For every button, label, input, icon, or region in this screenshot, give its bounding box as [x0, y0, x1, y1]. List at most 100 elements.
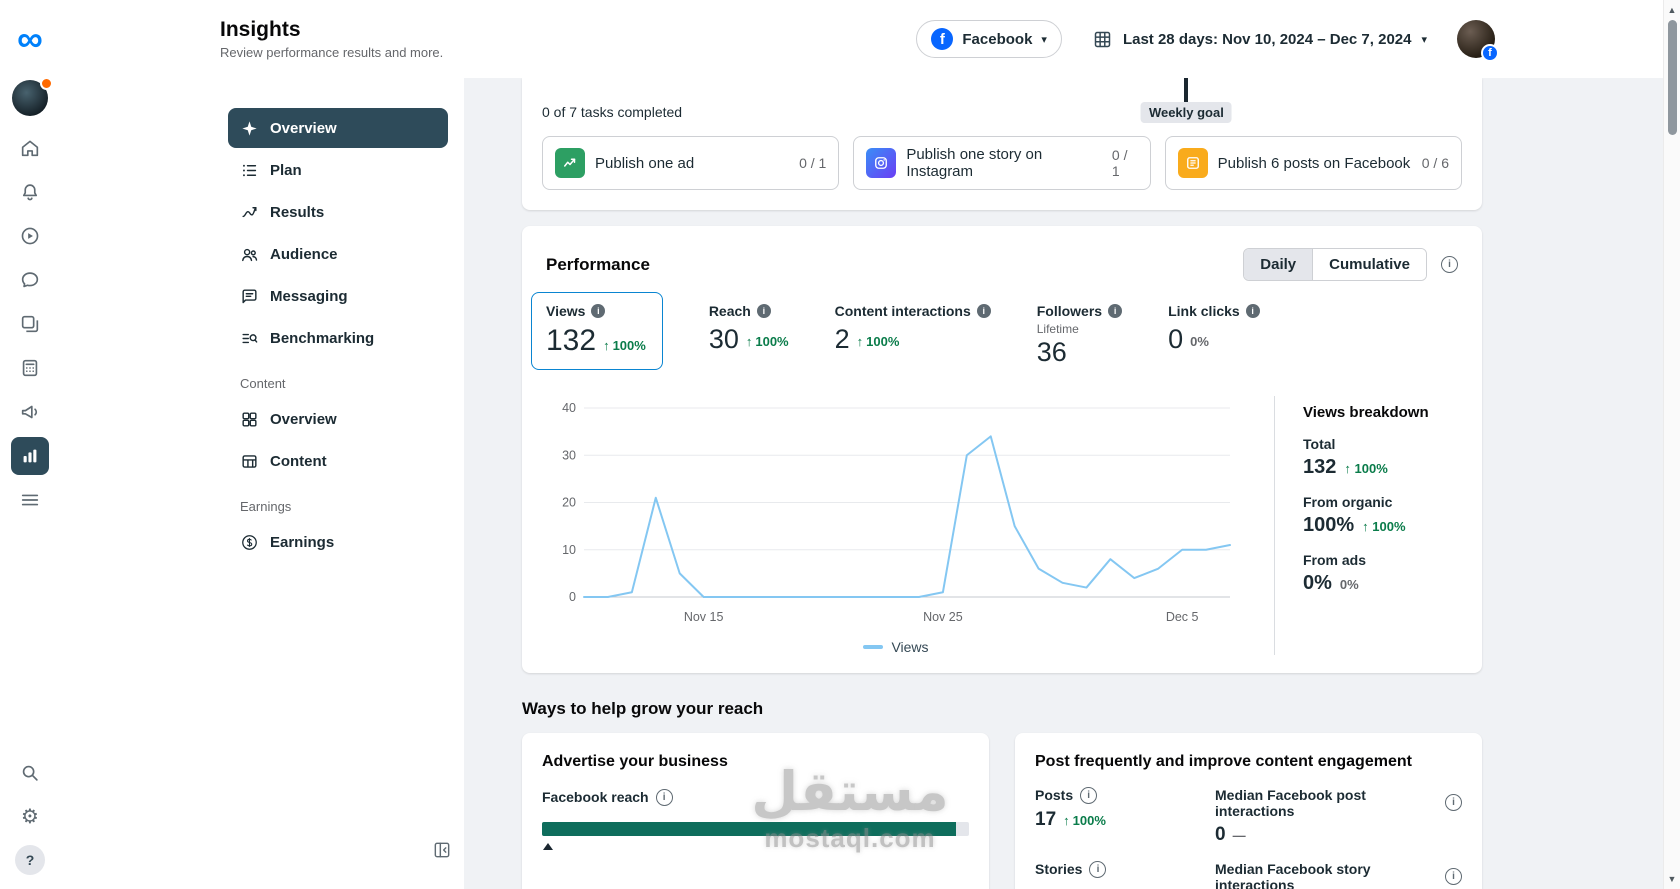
svg-text:30: 30: [562, 448, 576, 462]
search-icon[interactable]: [11, 754, 49, 792]
left-rail: ⚙ ?: [0, 77, 60, 889]
sidebar-item-overview[interactable]: Overview: [228, 108, 448, 148]
advertise-card: Advertise your business Facebook reach i: [522, 732, 989, 889]
facebook-post-icon: [1177, 148, 1208, 178]
facebook-reach-label: Facebook reach: [542, 789, 649, 805]
svg-text:40: 40: [562, 401, 576, 415]
task-count: 0 / 1: [1111, 147, 1128, 179]
stories-stat: Stories i: [1035, 860, 1185, 889]
business-avatar[interactable]: [12, 77, 53, 116]
toggle-daily[interactable]: Daily: [1244, 249, 1313, 280]
scrollbar-up-arrow[interactable]: ▲: [1664, 5, 1680, 15]
sidebar-item-plan[interactable]: Plan: [228, 150, 448, 190]
svg-text:Nov 25: Nov 25: [923, 610, 963, 624]
svg-text:0: 0: [569, 590, 576, 604]
header-right: f Facebook ▾ Last 28 days: Nov 10, 2024 …: [916, 20, 1499, 62]
meta-logo-icon[interactable]: ∞: [17, 21, 43, 57]
tasks-row: Publish one ad 0 / 1 Publish one story o…: [542, 136, 1462, 190]
facebook-logo-icon: f: [931, 28, 954, 50]
insights-bar-chart-icon[interactable]: [11, 437, 49, 475]
tasks-card: Weekly goal 0 of 7 tasks completed Publi…: [522, 78, 1482, 210]
toggle-cumulative[interactable]: Cumulative: [1312, 249, 1426, 280]
info-icon[interactable]: i: [1445, 868, 1462, 885]
notification-badge: [40, 77, 53, 90]
views-line-chart: 0 10 20 30 40 Nov 15 Nov 25 Dec 5: [562, 401, 1231, 624]
people-icon: [242, 248, 258, 261]
billing-icon[interactable]: [11, 349, 49, 387]
date-range-label: Last 28 days: Nov 10, 2024 – Dec 7, 2024: [1122, 30, 1412, 48]
page-selector-button[interactable]: f Facebook ▾: [916, 20, 1062, 58]
info-icon[interactable]: i: [1108, 304, 1123, 318]
metric-link-clicks[interactable]: Link clicks i 0 0%: [1168, 303, 1260, 353]
content-posts-icon[interactable]: [11, 305, 49, 343]
date-range-selector[interactable]: Last 28 days: Nov 10, 2024 – Dec 7, 2024…: [1092, 29, 1427, 50]
metric-content-interactions[interactable]: Content interactions i 2 ↑ 100%: [835, 303, 991, 353]
sidebar-item-messaging[interactable]: Messaging: [228, 276, 448, 316]
ads-boost-icon[interactable]: [11, 217, 49, 255]
content-area: Weekly goal 0 of 7 tasks completed Publi…: [464, 78, 1680, 889]
inbox-chat-icon[interactable]: [11, 261, 49, 299]
info-icon[interactable]: i: [1245, 304, 1260, 318]
task-publish-facebook-posts[interactable]: Publish 6 posts on Facebook 0 / 6: [1164, 136, 1462, 190]
scrollbar-down-arrow[interactable]: ▼: [1664, 874, 1680, 884]
facebook-reach-bar-fill: [542, 821, 957, 836]
sidebar-item-audience[interactable]: Audience: [228, 234, 448, 274]
sidebar-item-benchmarking[interactable]: Benchmarking: [228, 318, 448, 358]
ad-chart-icon: [555, 148, 585, 178]
all-tools-menu-icon[interactable]: [11, 481, 49, 519]
help-icon[interactable]: ?: [15, 845, 45, 875]
metric-reach[interactable]: Reach i 30 ↑ 100%: [709, 303, 789, 353]
numbered-list-icon: [243, 164, 257, 176]
info-icon[interactable]: i: [1080, 786, 1098, 804]
engagement-title: Post frequently and improve content enga…: [1035, 752, 1412, 770]
facebook-badge-icon: f: [1481, 44, 1499, 62]
chevron-down-icon: ▾: [1421, 33, 1427, 46]
reach-bar-marker-icon: [543, 842, 553, 850]
sidebar-item-results[interactable]: Results: [228, 192, 448, 232]
svg-text:Dec 5: Dec 5: [1166, 610, 1199, 624]
table-icon: [242, 454, 257, 468]
notifications-bell-icon[interactable]: [11, 173, 49, 211]
task-publish-instagram-story[interactable]: Publish one story on Instagram 0 / 1: [853, 136, 1151, 190]
facebook-reach-bar: [542, 821, 969, 836]
compare-search-icon: [242, 333, 258, 343]
performance-card: Performance Daily Cumulative i Views i 13…: [522, 226, 1482, 673]
info-icon[interactable]: i: [1089, 860, 1107, 878]
up-arrow-icon: ↑: [1063, 812, 1070, 828]
task-publish-ad[interactable]: Publish one ad 0 / 1: [542, 136, 840, 190]
views-chart: 0 10 20 30 40 Nov 15 Nov 25 Dec 5 Views: [546, 396, 1246, 655]
grow-section-title: Ways to help grow your reach: [522, 698, 764, 718]
info-icon[interactable]: i: [976, 304, 991, 318]
metric-followers[interactable]: Followers i Lifetime 36: [1037, 303, 1123, 366]
median-post-interactions-stat: Median Facebook post interactions i 0 —: [1215, 787, 1462, 847]
daily-cumulative-toggle: Daily Cumulative: [1243, 248, 1427, 281]
settings-gear-icon[interactable]: ⚙: [11, 798, 49, 836]
profile-avatar[interactable]: f: [1457, 20, 1499, 62]
metric-value: 2: [834, 324, 850, 354]
sidebar-item-earnings[interactable]: Earnings: [228, 522, 448, 562]
metric-value: 30: [708, 324, 739, 354]
window-scrollbar[interactable]: ▲ ▼: [1663, 0, 1680, 889]
weekly-goal-marker: [1184, 78, 1189, 102]
up-arrow-icon: ↑: [745, 334, 753, 350]
scrollbar-thumb[interactable]: [1668, 20, 1677, 135]
posts-stat: Posts i 17 ↑ 100%: [1035, 786, 1106, 830]
collapse-sidebar-button[interactable]: [432, 840, 452, 863]
sidebar-item-content-content[interactable]: Content: [228, 441, 448, 481]
message-bubble-icon: [242, 288, 257, 303]
info-icon[interactable]: i: [655, 788, 673, 806]
advertise-title: Advertise your business: [542, 752, 728, 770]
info-icon[interactable]: i: [756, 304, 771, 318]
info-icon[interactable]: i: [1445, 794, 1462, 811]
metric-views[interactable]: Views i 132 ↑ 100%: [531, 292, 663, 370]
sidebar-item-content-overview[interactable]: Overview: [228, 399, 448, 439]
median-story-interactions-stat: Median Facebook story interactions i: [1215, 861, 1462, 889]
info-icon[interactable]: i: [591, 304, 606, 318]
legend-label: Views: [891, 638, 929, 655]
metric-value: 0: [1168, 324, 1184, 354]
home-icon[interactable]: [11, 129, 49, 167]
insights-sidebar: Overview Plan Results Audience Messaging…: [60, 78, 464, 889]
ads-manager-megaphone-icon[interactable]: [11, 393, 49, 431]
trend-line-icon: [242, 206, 257, 217]
info-icon[interactable]: i: [1441, 256, 1458, 273]
